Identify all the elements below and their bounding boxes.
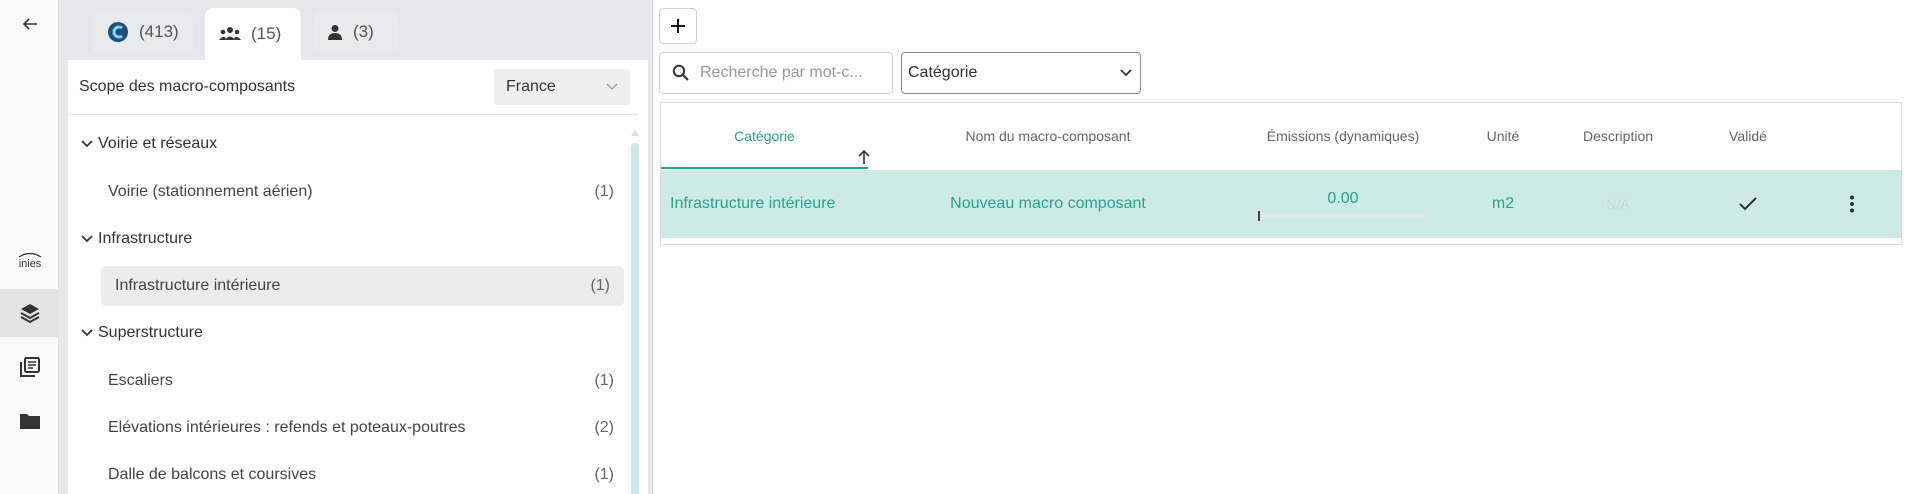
search-icon — [672, 64, 689, 81]
tab-user-count: (3) — [353, 22, 374, 41]
cell-name: Nouveau macro composant — [950, 195, 1146, 212]
brand-logo-icon — [108, 22, 128, 42]
tab-user[interactable]: (3) — [313, 12, 399, 52]
sort-indicator-underline — [661, 167, 868, 169]
tab-group-count: (15) — [251, 24, 282, 43]
plus-icon — [671, 19, 685, 33]
more-vertical-icon — [1850, 195, 1854, 213]
chevron-down-icon — [81, 235, 93, 243]
column-header-validated[interactable]: Validé — [1688, 103, 1808, 169]
tree-group-infrastructure[interactable]: Infrastructure — [68, 224, 628, 254]
library-nav-item[interactable] — [0, 343, 59, 391]
tree-item-label: Elévations intérieures : refends et pote… — [108, 419, 466, 436]
cell-description: N/A — [1606, 196, 1630, 212]
user-icon — [328, 25, 342, 40]
column-header-name[interactable]: Nom du macro-composant — [868, 103, 1228, 169]
library-icon — [19, 357, 40, 377]
scroll-up-arrow[interactable] — [631, 130, 639, 136]
scope-select[interactable]: France — [494, 69, 630, 105]
tree-item-count: (2) — [594, 419, 614, 436]
row-menu-button[interactable] — [1837, 170, 1867, 238]
cell-emissions: 0.00 — [1228, 170, 1458, 238]
cell-category: Infrastructure intérieure — [670, 195, 836, 212]
tree-item[interactable]: Elévations intérieures : refends et pote… — [68, 408, 628, 448]
folder-nav-item[interactable] — [0, 397, 59, 445]
tree-group-label: Voirie et réseaux — [98, 135, 218, 152]
search-input[interactable] — [700, 64, 880, 82]
chevron-down-icon — [81, 140, 93, 148]
inies-logo: inies — [18, 252, 41, 270]
scrollbar-thumb[interactable] — [631, 143, 639, 494]
navigation-rail: inies — [0, 0, 59, 494]
layers-nav-item[interactable] — [0, 289, 59, 337]
column-header-description[interactable]: Description — [1548, 103, 1688, 169]
emissions-bar-marker — [1258, 211, 1260, 221]
category-select[interactable]: Catégorie — [901, 52, 1141, 94]
column-header-category[interactable]: Catégorie — [661, 103, 868, 169]
tree-item-count: (1) — [594, 466, 614, 483]
tab-components-count: (413) — [139, 22, 179, 41]
emissions-bar — [1258, 211, 1428, 221]
check-icon — [1739, 197, 1757, 211]
tree-item-label: Escaliers — [108, 372, 173, 389]
group-icon — [219, 27, 241, 40]
tree-item-count: (1) — [594, 183, 614, 200]
scope-label: Scope des macro-composants — [79, 78, 296, 95]
tree-item[interactable]: Escaliers (1) — [68, 361, 628, 401]
macro-component-browser: (413) (15) (3) Scope des macro-composant… — [62, 0, 652, 494]
tree-item-label: Voirie (stationnement aérien) — [108, 183, 313, 200]
emissions-value: 0.00 — [1327, 190, 1359, 207]
chevron-down-icon — [1120, 69, 1132, 77]
folder-icon — [19, 414, 40, 429]
table-row[interactable]: Infrastructure intérieure Nouveau macro … — [661, 170, 1901, 238]
chevron-down-icon — [81, 329, 93, 337]
back-button[interactable] — [0, 0, 59, 48]
inies-nav-item[interactable]: inies — [0, 235, 59, 283]
add-button[interactable] — [659, 8, 697, 44]
tab-content-card: Scope des macro-composants France Voirie… — [68, 60, 648, 494]
chevron-down-icon — [606, 83, 618, 90]
tree-group-voirie[interactable]: Voirie et réseaux — [68, 129, 628, 159]
tab-components[interactable]: (413) — [93, 12, 193, 52]
tree-group-label: Infrastructure — [98, 230, 193, 247]
cell-validated — [1688, 170, 1808, 238]
tree-item-count: (1) — [590, 277, 610, 294]
tree-item[interactable]: Voirie (stationnement aérien) (1) — [68, 172, 628, 212]
tree-group-superstructure[interactable]: Superstructure — [68, 318, 628, 348]
tree-group-label: Superstructure — [98, 324, 203, 341]
tree-item-count: (1) — [594, 372, 614, 389]
svg-text:inies: inies — [18, 258, 41, 270]
tree-item-label: Infrastructure intérieure — [115, 277, 281, 294]
cell-unit: m2 — [1491, 195, 1515, 212]
macro-component-table: Catégorie Nom du macro-composant Émissio… — [660, 102, 1902, 245]
macro-component-table-panel: Catégorie Catégorie Nom du macro-composa… — [652, 0, 1913, 494]
scope-row: Scope des macro-composants France — [68, 60, 638, 115]
category-select-value: Catégorie — [908, 64, 978, 81]
tab-group[interactable]: (15) — [205, 8, 301, 60]
tree-item-selected[interactable]: Infrastructure intérieure (1) — [101, 266, 624, 306]
tree-item-label: Dalle de balcons et coursives — [108, 466, 317, 483]
column-header-emissions[interactable]: Émissions (dynamiques) — [1228, 103, 1458, 169]
search-box[interactable] — [659, 52, 893, 94]
layers-icon — [20, 304, 39, 324]
scope-value: France — [506, 78, 556, 95]
tree-item[interactable]: Dalle de balcons et coursives (1) — [68, 455, 628, 494]
column-header-unit[interactable]: Unité — [1458, 103, 1548, 169]
back-arrow-icon — [22, 18, 37, 30]
